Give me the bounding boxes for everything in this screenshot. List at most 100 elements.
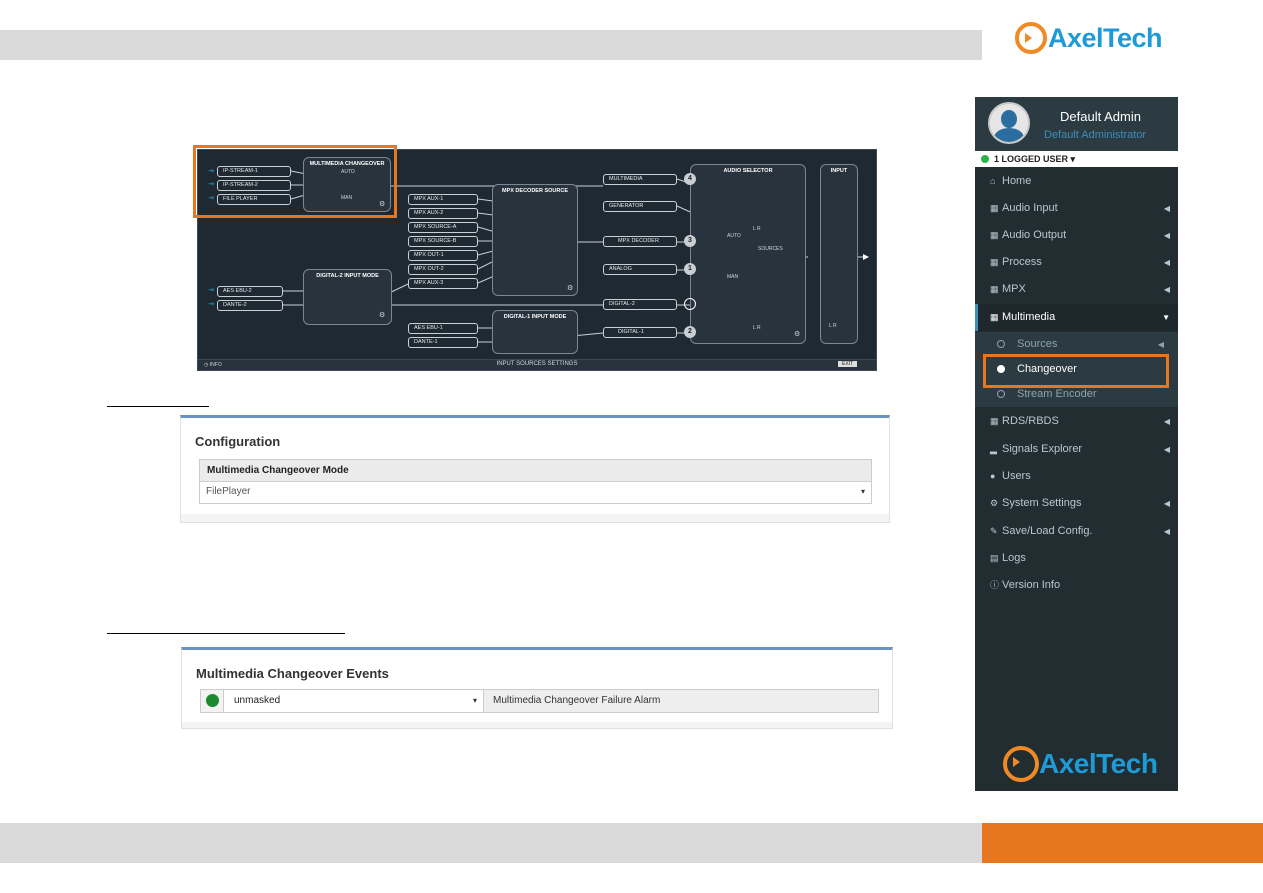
sidebar-item-home[interactable]: ⌂ Home — [975, 168, 1178, 195]
home-icon: ⌂ — [990, 176, 996, 186]
user-icon: ● — [990, 471, 996, 481]
sidebar-item-version-info[interactable]: ⓘ Version Info — [975, 572, 1178, 599]
section-heading-underline — [107, 633, 345, 634]
chevron-left-icon: ◀ — [1163, 417, 1170, 426]
input-icon: ⇥ — [208, 301, 214, 308]
priority-badge-empty — [684, 298, 696, 310]
logo-mark-icon — [1003, 746, 1039, 782]
source-analog[interactable]: ANALOG — [603, 264, 677, 275]
event-name: Multimedia Changeover Failure Alarm — [483, 690, 878, 712]
chevron-left-icon: ◀ — [1163, 258, 1170, 267]
multimedia-changeover-highlight — [193, 145, 397, 218]
settings-gear-icon[interactable]: ⚙ — [567, 284, 573, 292]
sidebar-item-system-settings[interactable]: ⚙ System Settings ◀ — [975, 490, 1178, 517]
chevron-down-icon: ▼ — [1162, 313, 1170, 322]
user-role: Default Administrator — [1044, 129, 1147, 141]
settings-gear-icon[interactable]: ⚙ — [379, 311, 385, 319]
mpx-input[interactable]: MPX SOURCE-B — [408, 236, 478, 247]
input-dante-1[interactable]: DANTE-1 — [408, 337, 478, 348]
chevron-left-icon: ◀ — [1163, 445, 1170, 454]
source-multimedia[interactable]: MULTIMEDIA — [603, 174, 677, 185]
chevron-left-icon: ◀ — [1163, 499, 1170, 508]
priority-badge: 3 — [684, 235, 696, 247]
sidebar-item-save-load[interactable]: ✎ Save/Load Config. ◀ — [975, 518, 1178, 545]
events-panel: Multimedia Changeover Events unmasked ▾ M… — [181, 647, 893, 729]
settings-gear-icon[interactable]: ⚙ — [794, 330, 800, 338]
sidebar: Default Admin Default Administrator 1 LO… — [975, 97, 1178, 791]
input-dante-2[interactable]: DANTE-2 — [217, 300, 283, 311]
changeover-mode-select[interactable]: FilePlayer ▾ — [200, 482, 871, 502]
changeover-mode-box: Multimedia Changeover Mode FilePlayer ▾ — [199, 459, 872, 504]
input-meter-block: INPUT — [820, 164, 858, 344]
input-icon: ⇥ — [208, 287, 214, 294]
as-man-label: MAN — [727, 274, 739, 280]
source-mpx-decoder[interactable]: MPX DECODER — [603, 236, 677, 247]
online-dot-icon — [981, 155, 989, 163]
mpx-input[interactable]: MPX OUT-2 — [408, 264, 478, 275]
mask-select[interactable]: unmasked ▾ — [225, 690, 483, 712]
input-aes-ebu-2[interactable]: AES EBU-2 — [217, 286, 283, 297]
avatar — [988, 102, 1030, 144]
grid-icon: ▦ — [990, 416, 999, 426]
diagram-footer-title: INPUT SOURCES SETTINGS — [496, 361, 578, 367]
event-row: unmasked ▾ Multimedia Changeover Failure … — [200, 689, 879, 713]
grid-icon: ▦ — [990, 312, 999, 322]
sidebar-item-process[interactable]: ▦ Process ◀ — [975, 249, 1178, 276]
sidebar-item-signals-explorer[interactable]: ▂ Signals Explorer ◀ — [975, 436, 1178, 463]
diagram-footer: ◷ INFO INPUT SOURCES SETTINGS EXIT — [198, 359, 876, 370]
sidebar-item-audio-output[interactable]: ▦ Audio Output ◀ — [975, 222, 1178, 249]
input-aes-ebu-1[interactable]: AES EBU-1 — [408, 323, 478, 334]
mpx-input[interactable]: MPX AUX-2 — [408, 208, 478, 219]
mpx-input[interactable]: MPX OUT-1 — [408, 250, 478, 261]
exit-button[interactable]: EXIT — [838, 361, 858, 367]
sidebar-item-rds[interactable]: ▦ RDS/RBDS ◀ — [975, 408, 1178, 435]
changeover-highlight — [983, 354, 1169, 388]
mpx-input[interactable]: MPX AUX-1 — [408, 194, 478, 205]
caret-down-icon: ▾ — [1070, 154, 1076, 164]
logged-users-dropdown[interactable]: 1 LOGGED USER ▾ — [975, 151, 1178, 167]
digital1-input-mode-block[interactable]: DIGITAL-1 INPUT MODE — [492, 310, 578, 354]
footer-bar — [0, 823, 982, 863]
axeltech-logo: AxelTech — [1015, 22, 1163, 54]
footer-accent — [982, 823, 1263, 863]
gears-icon: ⚙ — [990, 498, 999, 508]
chevron-left-icon: ◀ — [1163, 231, 1170, 240]
source-digital-1[interactable]: DIGITAL-1 — [603, 327, 677, 338]
input-lr-label: L R — [829, 323, 837, 329]
sidebar-item-audio-input[interactable]: ▦ Audio Input ◀ — [975, 195, 1178, 222]
status-cell — [201, 690, 224, 712]
grid-icon: ▦ — [990, 284, 999, 294]
chevron-down-icon: ▾ — [472, 696, 477, 705]
priority-badge: 2 — [684, 326, 696, 338]
chevron-left-icon: ◀ — [1163, 527, 1170, 536]
chevron-left-icon: ◀ — [1163, 204, 1170, 213]
sidebar-item-logs[interactable]: ▤ Logs — [975, 545, 1178, 572]
chevron-left-icon: ◀ — [1163, 285, 1170, 294]
sidebar-item-users[interactable]: ● Users — [975, 463, 1178, 490]
source-generator[interactable]: GENERATOR — [603, 201, 677, 212]
mpx-input[interactable]: MPX SOURCE-A — [408, 222, 478, 233]
sidebar-item-mpx[interactable]: ▦ MPX ◀ — [975, 276, 1178, 303]
configuration-panel: Configuration Multimedia Changeover Mode… — [180, 415, 890, 523]
header-bar — [0, 30, 982, 60]
mpx-input[interactable]: MPX AUX-3 — [408, 278, 478, 289]
mpx-decoder-source-block[interactable]: MPX DECODER SOURCE — [492, 184, 578, 296]
as-sources-label: SOURCES — [758, 246, 783, 252]
as-lr-label-2: L R — [753, 325, 761, 331]
configuration-title: Configuration — [195, 434, 281, 449]
priority-badge: 4 — [684, 173, 696, 185]
wrench-icon: ✎ — [990, 526, 998, 536]
audio-selector-block[interactable]: AUDIO SELECTOR — [690, 164, 806, 344]
section-heading-underline — [107, 406, 209, 407]
grid-icon: ▦ — [990, 257, 999, 267]
events-title: Multimedia Changeover Events — [196, 666, 389, 681]
user-panel: Default Admin Default Administrator — [975, 97, 1178, 151]
sidebar-item-multimedia[interactable]: ▦ Multimedia ▼ — [975, 304, 1178, 331]
logs-icon: ▤ — [990, 553, 999, 563]
as-lr-label: L R — [753, 226, 761, 232]
changeover-mode-label: Multimedia Changeover Mode — [200, 460, 871, 482]
user-name: Default Admin — [1060, 109, 1141, 124]
source-digital-2[interactable]: DIGITAL-2 — [603, 299, 677, 310]
info-icon: ⓘ — [990, 580, 1000, 590]
axeltech-logo-sidebar: AxelTech — [1003, 746, 1158, 782]
